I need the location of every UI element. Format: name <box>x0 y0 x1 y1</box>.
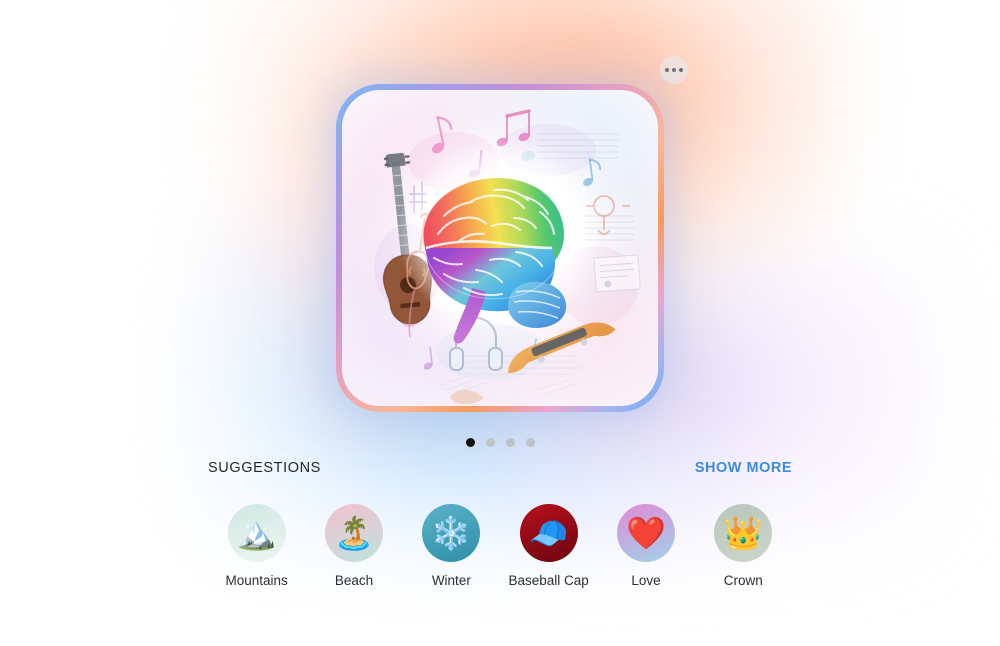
generated-image-frame <box>342 90 658 406</box>
heart-icon: ❤️ <box>616 504 675 562</box>
baseball-cap-icon: 🧢 <box>519 504 578 562</box>
ellipsis-horizontal-icon <box>672 68 676 72</box>
suggestion-label: Love <box>631 573 661 588</box>
generated-image-card[interactable] <box>336 84 664 412</box>
suggestion-label: Crown <box>723 573 763 588</box>
suggestion-item-mountains[interactable]: 🏔️ Mountains <box>208 504 305 588</box>
suggestion-item-beach[interactable]: 🏝️ Beach <box>305 504 402 588</box>
show-more-link[interactable]: SHOW MORE <box>695 460 792 476</box>
suggestion-label: Beach <box>334 573 374 588</box>
crown-icon: 👑 <box>714 504 773 562</box>
pagination-dot-3[interactable] <box>505 438 515 447</box>
suggestion-label: Baseball Cap <box>508 573 589 588</box>
suggestions-title: SUGGESTIONS <box>208 460 321 476</box>
suggestion-item-winter[interactable]: ❄️ Winter <box>403 504 500 588</box>
suggestion-label: Winter <box>431 573 471 588</box>
suggestions-list: 🏔️ Mountains 🏝️ Beach ❄️ Winter 🧢 Baseball Cap ❤… <box>208 504 792 588</box>
carousel-pagination[interactable] <box>0 438 1000 447</box>
app-canvas: SUGGESTIONS SHOW MORE 🏔️ Mountains 🏝️ Beach… <box>0 0 1000 646</box>
ellipsis-horizontal-icon <box>665 68 669 72</box>
suggestion-label: Mountains <box>225 573 288 588</box>
suggestion-item-love[interactable]: ❤️ Love <box>597 504 694 588</box>
suggestions-section: SUGGESTIONS SHOW MORE 🏔️ Mountains 🏝️ Beach… <box>208 460 792 588</box>
suggestions-header: SUGGESTIONS SHOW MORE <box>208 460 792 482</box>
generated-artwork <box>342 90 658 406</box>
suggestion-item-crown[interactable]: 👑 Crown <box>695 504 792 588</box>
suggestion-item-baseball-cap[interactable]: 🧢 Baseball Cap <box>500 504 597 588</box>
snowflake-icon: ❄️ <box>422 504 481 562</box>
pagination-dot-4[interactable] <box>525 438 535 447</box>
more-options-button[interactable] <box>660 56 688 84</box>
ellipsis-horizontal-icon <box>679 68 683 72</box>
pagination-dot-1[interactable] <box>465 438 475 447</box>
mountain-icon: 🏔️ <box>227 504 286 562</box>
pagination-dot-2[interactable] <box>485 438 495 447</box>
palm-tree-icon: 🏝️ <box>324 504 383 562</box>
